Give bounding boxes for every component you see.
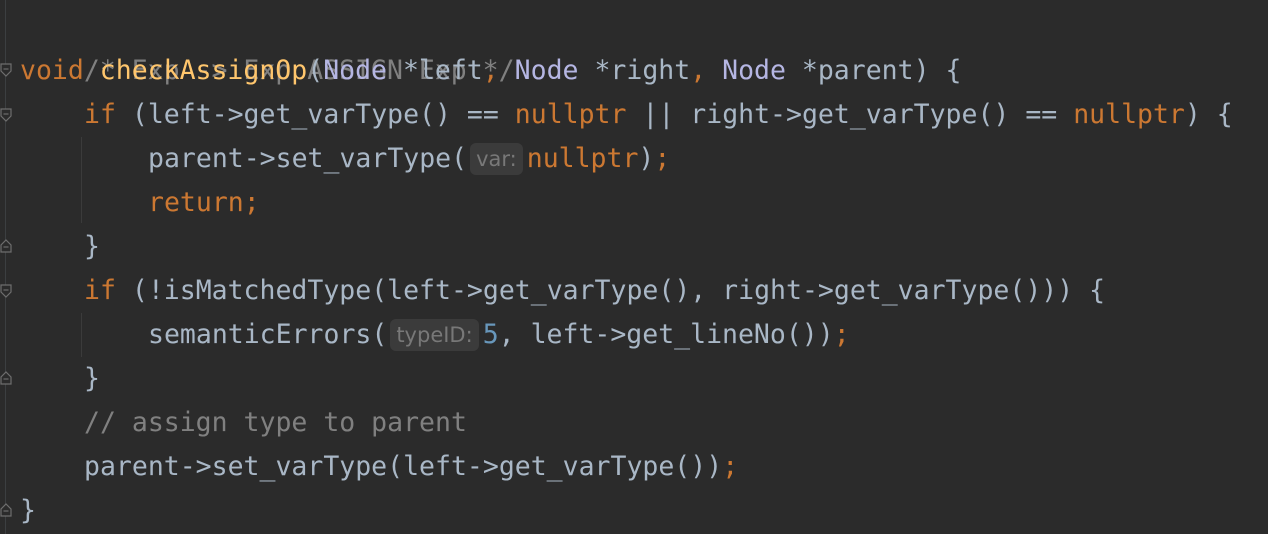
code-line-8[interactable]: semanticErrors(typeID: 5, left->get_lineN… bbox=[148, 313, 850, 357]
keyword: nullptr bbox=[1073, 99, 1185, 130]
expression: , left->get_lineNo()) bbox=[498, 319, 834, 350]
fold-close-icon[interactable] bbox=[0, 503, 12, 517]
code-line-2[interactable]: void checkAssignOp(Node *left, Node *rig… bbox=[20, 49, 961, 93]
expression: (!isMatchedType(left->get_varType(), rig… bbox=[115, 275, 1106, 306]
brace: } bbox=[84, 363, 100, 394]
expression: (left->get_varType() == bbox=[115, 99, 515, 130]
keyword: nullptr bbox=[514, 99, 627, 130]
keyword: return; bbox=[148, 187, 260, 218]
code-line-10[interactable]: // assign type to parent bbox=[84, 401, 467, 445]
fold-close-icon[interactable] bbox=[0, 239, 12, 253]
comma: , bbox=[482, 55, 515, 86]
expression: semanticErrors( bbox=[148, 319, 388, 350]
comment: // assign type to parent bbox=[84, 407, 467, 438]
type-name: Node bbox=[722, 55, 786, 86]
semicolon: ; bbox=[722, 451, 739, 482]
inlay-hint: typeID: bbox=[390, 319, 479, 351]
keyword: nullptr bbox=[526, 143, 639, 174]
punctuation: ( bbox=[307, 55, 324, 86]
number: 5 bbox=[482, 319, 499, 350]
keyword: if bbox=[84, 99, 116, 130]
fold-open-icon[interactable] bbox=[0, 284, 12, 298]
fold-close-icon[interactable] bbox=[0, 371, 12, 385]
param: *parent) { bbox=[785, 55, 962, 86]
comma: , bbox=[690, 55, 723, 86]
code-editor[interactable]: /* Exp -> Exp ASSIGN Exp */ void checkAs… bbox=[0, 0, 1268, 534]
code-line-7[interactable]: if (!isMatchedType(left->get_varType(), … bbox=[84, 269, 1105, 313]
expression: parent->set_varType( bbox=[148, 143, 468, 174]
punctuation: ) bbox=[638, 143, 655, 174]
punctuation: ) { bbox=[1184, 99, 1233, 130]
semicolon: ; bbox=[833, 319, 850, 350]
code-line-1[interactable]: /* Exp -> Exp ASSIGN Exp */ bbox=[20, 5, 515, 86]
type-name: Node bbox=[323, 55, 388, 86]
indent-guide bbox=[81, 137, 82, 223]
indent-guide bbox=[81, 313, 82, 357]
code-line-12[interactable]: } bbox=[20, 489, 36, 533]
expression: parent->set_varType(left->get_varType()) bbox=[84, 451, 723, 482]
param: *right bbox=[578, 55, 691, 86]
gutter-fold-line bbox=[5, 0, 6, 534]
code-line-3[interactable]: if (left->get_varType() == nullptr || ri… bbox=[84, 93, 1233, 137]
code-line-11[interactable]: parent->set_varType(left->get_varType())… bbox=[84, 445, 738, 489]
keyword: void bbox=[20, 55, 84, 86]
param: *left bbox=[387, 55, 483, 86]
type-name: Node bbox=[514, 55, 579, 86]
code-line-6[interactable]: } bbox=[84, 225, 100, 269]
brace: } bbox=[20, 495, 36, 526]
keyword: if bbox=[84, 275, 116, 306]
fold-open-icon[interactable] bbox=[0, 63, 12, 77]
code-line-5[interactable]: return; bbox=[148, 181, 260, 225]
fold-open-icon[interactable] bbox=[0, 108, 12, 122]
code-line-9[interactable]: } bbox=[84, 357, 100, 401]
expression: || right->get_varType() == bbox=[626, 99, 1074, 130]
code-line-4[interactable]: parent->set_varType(var: nullptr); bbox=[148, 137, 670, 181]
semicolon: ; bbox=[654, 143, 671, 174]
brace: } bbox=[84, 231, 100, 262]
function-name: checkAssignOp bbox=[99, 55, 308, 86]
inlay-hint: var: bbox=[470, 143, 523, 175]
